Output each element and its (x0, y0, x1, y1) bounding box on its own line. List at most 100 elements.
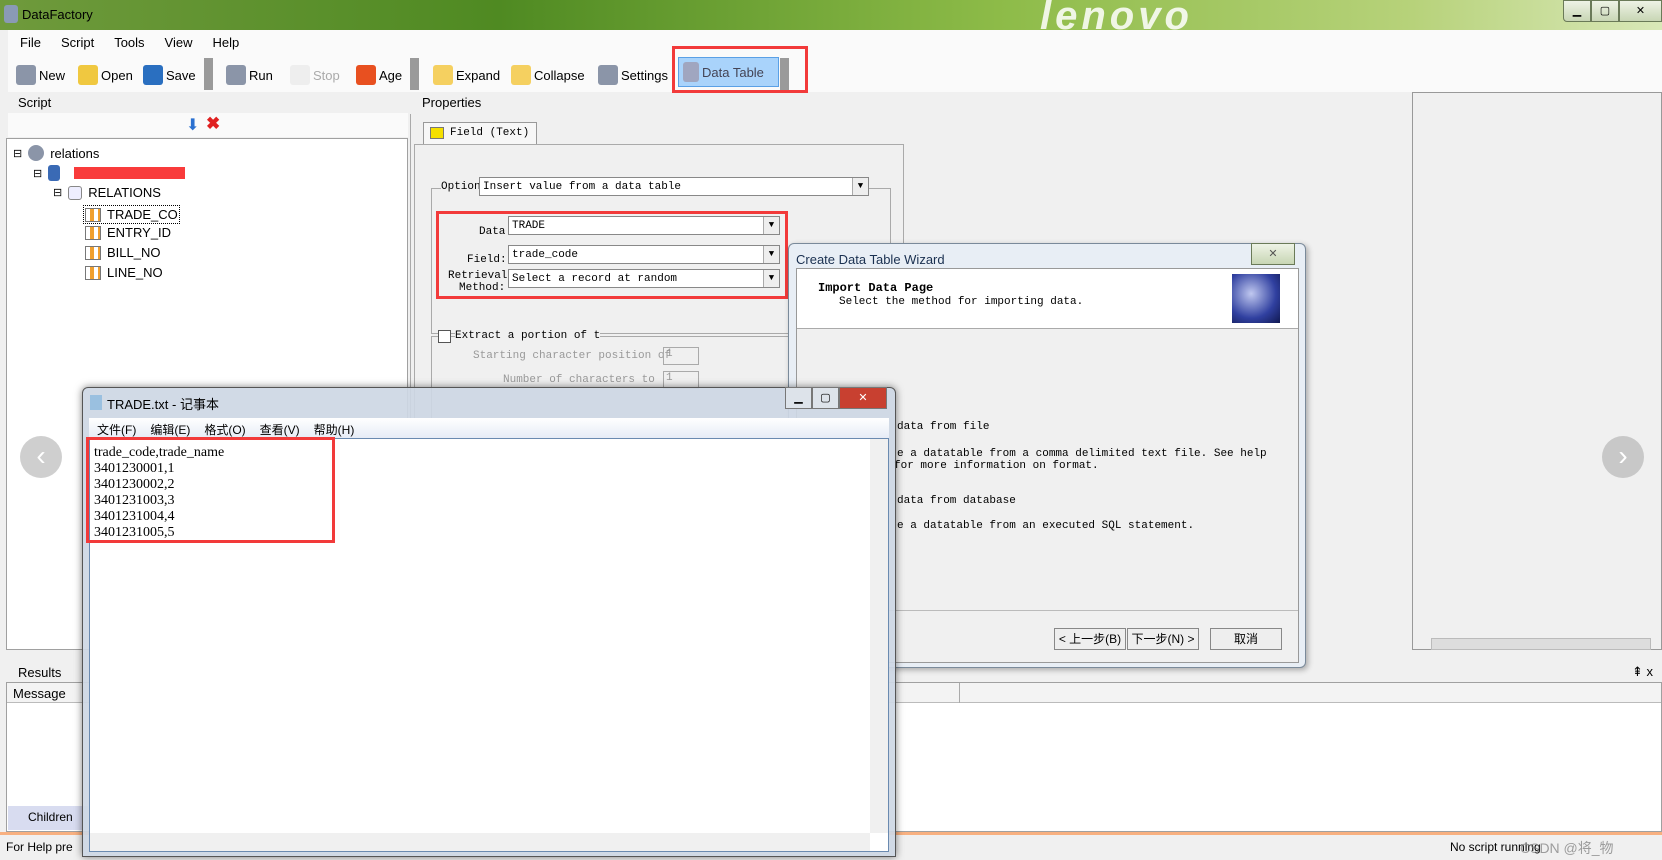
floppy-icon (143, 65, 163, 85)
menu-bar: File Script Tools View Help (8, 30, 1662, 54)
char-count-label: Number of characters to (503, 374, 655, 386)
calendar-icon (356, 65, 376, 85)
highlight-box (672, 46, 808, 93)
tree-node-root[interactable]: ⊟ relations (13, 145, 99, 161)
menu-script[interactable]: Script (61, 35, 94, 50)
collapse-icon[interactable]: ⊟ (33, 167, 42, 180)
toolbar: New Open Save Run Stop Age Expand Collap… (8, 46, 1662, 93)
arrow-down-icon[interactable]: ⬇ (186, 115, 199, 135)
column-divider[interactable] (959, 683, 960, 703)
wizard-page-subtitle: Select the method for importing data. (839, 296, 1084, 308)
folder-open-icon (78, 65, 98, 85)
delete-icon[interactable]: ✖ (206, 114, 220, 134)
open-button[interactable]: Open (78, 62, 133, 88)
extract-checkbox[interactable] (438, 330, 451, 343)
gears-image (1232, 274, 1280, 323)
pin-close-icons[interactable]: ⇞ x (1632, 664, 1653, 680)
prev-arrow-button[interactable]: ‹ (20, 436, 62, 478)
collapse-icon[interactable]: ⊟ (53, 186, 62, 199)
notepad-menu-format[interactable]: 格式(O) (204, 421, 245, 438)
highlight-box (436, 211, 788, 299)
notepad-icon (90, 395, 102, 410)
save-button[interactable]: Save (143, 62, 196, 88)
option-select[interactable]: Insert value from a data table ▼ (479, 177, 869, 196)
script-toolbar: ⬇ ✖ (8, 113, 408, 137)
notepad-menu-view[interactable]: 查看(V) (260, 421, 300, 438)
tab-field-text[interactable]: Field (Text) (423, 122, 537, 144)
right-panel (1412, 92, 1662, 650)
script-panel-title: Script (18, 95, 52, 110)
new-button[interactable]: New (16, 62, 65, 88)
tree-node-table[interactable]: ⊟ RELATIONS (53, 185, 161, 200)
menu-file[interactable]: File (20, 35, 41, 50)
gear-new-icon (16, 65, 36, 85)
table-icon (430, 127, 444, 139)
close-button[interactable]: ✕ (1619, 0, 1662, 22)
notepad-menu-help[interactable]: 帮助(H) (314, 421, 355, 438)
csdn-watermark: CSDN @将_物 (1520, 840, 1614, 856)
highlight-box (86, 437, 335, 543)
notepad-minimize-button[interactable]: ▁ (785, 387, 812, 409)
menu-tools[interactable]: Tools (114, 35, 144, 50)
database-icon (48, 165, 61, 181)
chevron-down-icon: ▼ (852, 178, 868, 195)
app-title: DataFactory (22, 7, 93, 22)
notepad-maximize-button[interactable]: ▢ (812, 387, 839, 409)
import-file-option[interactable]: data from file (897, 421, 989, 433)
back-button[interactable]: < 上一步(B) (1054, 628, 1126, 650)
app-icon (4, 5, 18, 23)
wizard-title: Create Data Table Wizard (796, 252, 945, 267)
collapse-button[interactable]: Collapse (511, 62, 585, 88)
vertical-scrollbar[interactable] (870, 439, 888, 833)
menu-view[interactable]: View (165, 35, 193, 50)
stop-button[interactable]: Stop (290, 62, 340, 88)
run-button[interactable]: Run (226, 62, 273, 88)
menu-help[interactable]: Help (213, 35, 240, 50)
collapse-icon[interactable]: ⊟ (13, 147, 22, 160)
notepad-close-button[interactable]: ✕ (839, 387, 887, 409)
field-icon (85, 225, 101, 240)
cancel-button[interactable]: 取消 (1210, 628, 1282, 650)
column-message[interactable]: Message (13, 686, 66, 701)
gear-check-icon (598, 65, 618, 85)
horizontal-scrollbar[interactable] (90, 833, 870, 851)
gear-stop-icon (290, 65, 310, 85)
notepad-menu-edit[interactable]: 编辑(E) (150, 421, 190, 438)
children-tab[interactable]: Children (8, 806, 88, 830)
wizard-header: Import Data Page Select the method for i… (797, 269, 1298, 329)
horizontal-scrollbar[interactable] (1431, 638, 1651, 650)
gear-run-icon (226, 65, 246, 85)
start-position-input[interactable]: 1 (663, 347, 699, 365)
wizard-page-title: Import Data Page (818, 281, 934, 295)
toolbar-grip[interactable] (204, 58, 213, 90)
folder-icon (433, 65, 453, 85)
field-icon (85, 265, 101, 280)
extract-label: Extract a portion of t (455, 330, 601, 342)
expand-button[interactable]: Expand (433, 62, 500, 88)
tree-node-field[interactable]: LINE_NO (85, 265, 163, 280)
minimize-button[interactable]: ▁ (1563, 0, 1591, 22)
field-icon (85, 245, 101, 260)
tree-node-field[interactable]: TRADE_CO (83, 205, 180, 224)
tree-node-database[interactable]: ⊟ (33, 165, 186, 181)
status-help: For Help pre (6, 840, 73, 854)
maximize-button[interactable]: ▢ (1591, 0, 1619, 22)
toolbar-grip[interactable] (410, 58, 419, 90)
next-arrow-button[interactable]: › (1602, 436, 1644, 478)
import-db-option[interactable]: data from database (897, 495, 1016, 507)
field-icon (85, 207, 101, 222)
notepad-text-area[interactable]: trade_code,trade_name 3401230001,1 34012… (86, 437, 889, 852)
notepad-menu-bar: 文件(F) 编辑(E) 格式(O) 查看(V) 帮助(H) (89, 418, 889, 438)
properties-panel-title: Properties (422, 95, 482, 110)
import-file-desc: e a datatable from a comma delimited tex… (897, 448, 1267, 460)
import-file-desc-2: for more information on format. (894, 460, 1099, 472)
tree-node-field[interactable]: ENTRY_ID (85, 225, 171, 240)
settings-button[interactable]: Settings (598, 62, 668, 88)
notepad-title: TRADE.txt - 记事本 (107, 397, 219, 412)
next-button[interactable]: 下一步(N) > (1127, 628, 1199, 650)
age-button[interactable]: Age (356, 62, 402, 88)
tree-node-field[interactable]: BILL_NO (85, 245, 160, 260)
notepad-menu-file[interactable]: 文件(F) (97, 421, 136, 438)
title-bar: DataFactory lenovo ▁ ▢ ✕ (0, 0, 1662, 38)
wizard-close-button[interactable]: ✕ (1251, 243, 1295, 265)
